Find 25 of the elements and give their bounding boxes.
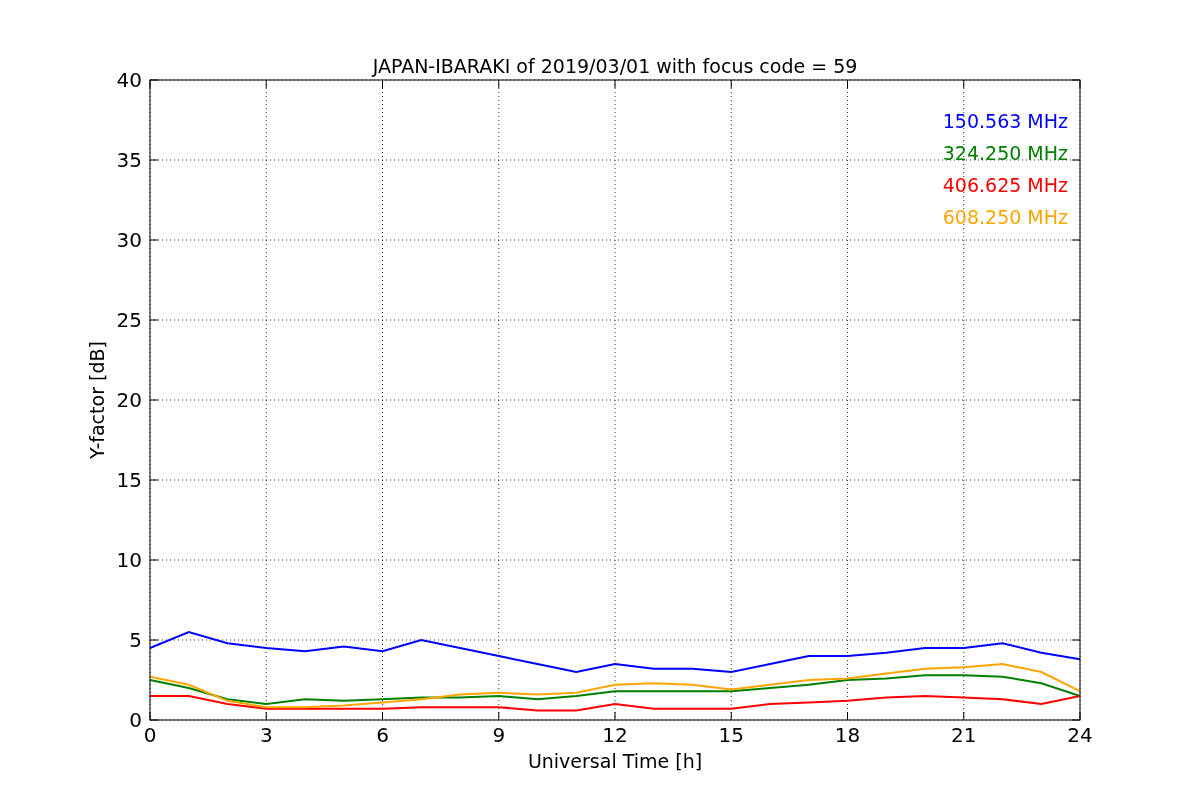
legend-label: 324.250 MHz — [942, 142, 1068, 164]
y-tick-label: 40 — [116, 68, 142, 92]
y-tick-label: 10 — [116, 548, 142, 572]
x-tick-label: 12 — [602, 723, 628, 747]
y-tick-label: 25 — [116, 308, 142, 332]
y-tick-label: 20 — [116, 388, 142, 412]
x-tick-label: 3 — [259, 723, 273, 747]
y-tick-label: 5 — [129, 628, 142, 652]
y-tick-label: 0 — [129, 708, 142, 732]
chart-title: JAPAN-IBARAKI of 2019/03/01 with focus code = 59 — [372, 55, 858, 77]
y-tick-label: 35 — [116, 148, 142, 172]
x-tick-label: 15 — [718, 723, 744, 747]
x-axis-label: Universal Time [h] — [527, 750, 703, 772]
y-axis-label: Y-factor [dB] — [86, 341, 108, 459]
x-tick-label: 21 — [951, 723, 977, 747]
x-tick-label: 24 — [1067, 723, 1093, 747]
x-tick-label: 18 — [834, 723, 861, 747]
legend-label: 608.250 MHz — [942, 206, 1068, 228]
x-tick-label: 9 — [492, 723, 506, 747]
x-tick-label: 6 — [376, 723, 389, 747]
y-tick-label: 30 — [116, 228, 142, 252]
legend-label: 406.625 MHz — [942, 174, 1068, 196]
legend-label: 150.563 MHz — [942, 110, 1068, 132]
x-tick-label: 0 — [143, 723, 157, 747]
y-tick-label: 15 — [116, 468, 142, 492]
